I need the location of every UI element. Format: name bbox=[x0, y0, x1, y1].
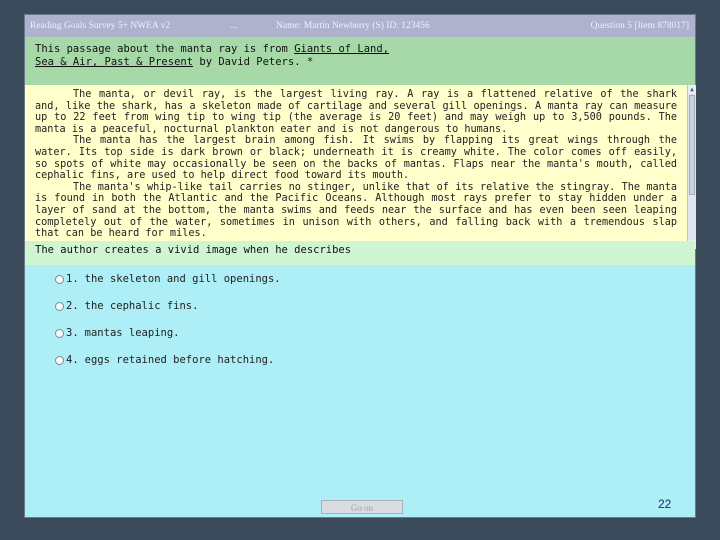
choice-number: 4. bbox=[66, 354, 79, 366]
intro-author: by David Peters. * bbox=[193, 56, 314, 68]
reading-passage[interactable]: The manta, or devil ray, is the largest … bbox=[25, 85, 687, 249]
up-arrow-icon[interactable]: ▲ bbox=[688, 85, 696, 94]
passage-paragraph-3: The manta's whip-like tail carries no st… bbox=[35, 181, 677, 240]
title-bar: Reading Goals Survey 5+ NWEA v2 ... Name… bbox=[25, 15, 695, 37]
choice-number: 2. bbox=[66, 300, 79, 312]
test-window: Reading Goals Survey 5+ NWEA v2 ... Name… bbox=[24, 14, 696, 518]
choice-number: 3. bbox=[66, 327, 79, 339]
choice-text: mantas leaping. bbox=[84, 327, 180, 339]
question-number: Question 5 [Item 878017] bbox=[590, 21, 689, 31]
radio-button-icon[interactable] bbox=[55, 274, 64, 284]
passage-paragraph-1: The manta, or devil ray, is the largest … bbox=[35, 89, 677, 135]
title-separator: ... bbox=[230, 21, 238, 31]
choice-text: the cephalic fins. bbox=[84, 300, 199, 312]
source-title: Giants of Land, bbox=[294, 43, 390, 55]
choice-1[interactable]: 1. the skeleton and gill openings. bbox=[55, 273, 281, 287]
book-title: Sea & Air, Past & Present bbox=[35, 56, 194, 68]
choice-text: eggs retained before hatching. bbox=[84, 354, 275, 366]
choice-4[interactable]: 4. eggs retained before hatching. bbox=[55, 354, 281, 368]
radio-button-icon[interactable] bbox=[55, 328, 64, 338]
question-stem: The author creates a vivid image when he… bbox=[25, 241, 695, 265]
choice-text: the skeleton and gill openings. bbox=[84, 273, 281, 285]
choice-2[interactable]: 2. the cephalic fins. bbox=[55, 300, 281, 314]
answer-choices: 1. the skeleton and gill openings. 2. the … bbox=[55, 273, 281, 381]
go-on-button[interactable]: Go on bbox=[321, 500, 403, 514]
radio-button-icon[interactable] bbox=[55, 301, 64, 311]
scroll-thumb[interactable] bbox=[689, 95, 695, 195]
passage-scrollbar[interactable]: ▲ ▼ bbox=[687, 85, 696, 249]
passage-intro: This passage about the manta ray is from… bbox=[25, 37, 695, 85]
choice-3[interactable]: 3. mantas leaping. bbox=[55, 327, 281, 341]
slide-page-number: 22 bbox=[658, 497, 672, 511]
survey-title: Reading Goals Survey 5+ NWEA v2 bbox=[30, 21, 171, 31]
intro-lead: This passage about the manta ray is from bbox=[35, 43, 295, 55]
radio-button-icon[interactable] bbox=[55, 355, 64, 365]
passage-paragraph-2: The manta has the largest brain among fi… bbox=[35, 135, 677, 182]
choice-number: 1. bbox=[66, 273, 79, 285]
student-name: Name: Martin Newberry (S) ID: 123456 bbox=[276, 21, 430, 31]
